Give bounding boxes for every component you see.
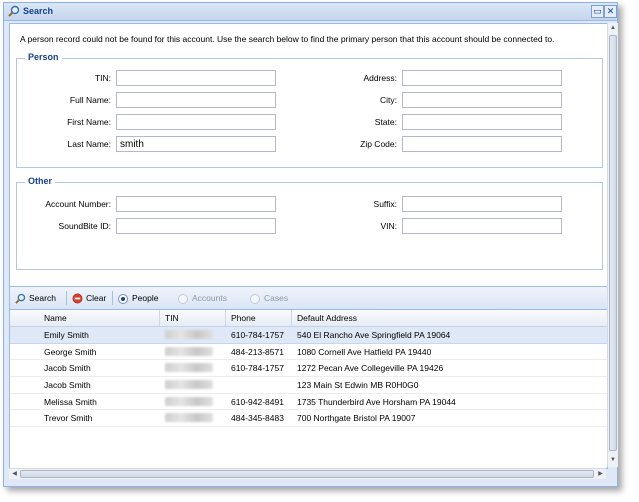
cell-tin	[160, 394, 231, 410]
toolbar-separator	[112, 291, 113, 305]
cell-phone: 484-213-8571	[231, 346, 284, 357]
results-toolbar: Search Clear People Accounts Cases	[10, 287, 607, 310]
radio-selected-icon	[118, 293, 128, 304]
table-row[interactable]: Jacob Smith 610-784-1757 1272 Pecan Ave Co…	[10, 360, 607, 378]
minimize-icon[interactable]: ▭	[591, 5, 604, 18]
first-name-label: First Name:	[67, 117, 111, 127]
cases-radio: Cases	[250, 291, 288, 305]
full-name-input[interactable]	[116, 92, 276, 108]
address-label: Address:	[363, 73, 397, 83]
column-header-phone[interactable]: Phone	[226, 310, 292, 326]
search-form-panel: A person record could not be found for t…	[9, 23, 608, 469]
horizontal-scroll-thumb[interactable]	[20, 470, 594, 478]
other-fieldset: Other Account Number: SoundBite ID: Suff…	[16, 176, 603, 270]
city-label: City:	[380, 95, 397, 105]
horizontal-scrollbar[interactable]: ◀ ▶	[9, 468, 606, 479]
radio-disabled-icon	[250, 293, 260, 304]
column-header-name[interactable]: Name	[10, 310, 160, 326]
city-input[interactable]	[402, 92, 562, 108]
cell-phone: 484-345-8483	[231, 413, 284, 424]
window-title: Search	[23, 6, 54, 16]
soundbite-id-input[interactable]	[116, 218, 276, 234]
redacted-tin	[165, 380, 213, 390]
suffix-input[interactable]	[402, 196, 562, 212]
account-number-label: Account Number:	[45, 199, 111, 209]
cell-tin	[160, 327, 231, 343]
cell-address: 123 Main St Edwin MB R0H0G0	[297, 380, 419, 391]
search-window: Search ▭ ✕ A person record could not be …	[3, 2, 618, 487]
search-icon	[15, 294, 26, 304]
cell-address: 1272 Pecan Ave Collegeville PA 19426	[297, 363, 444, 374]
last-name-input[interactable]	[116, 136, 276, 152]
tin-input[interactable]	[116, 70, 276, 86]
scroll-up-arrow-icon[interactable]: ▲	[609, 24, 617, 33]
people-radio-label: People	[132, 293, 159, 303]
clear-icon	[72, 293, 83, 304]
accounts-radio: Accounts	[178, 291, 227, 305]
zip-code-input[interactable]	[402, 136, 562, 152]
vertical-scroll-thumb[interactable]	[609, 35, 617, 451]
table-row[interactable]: Jacob Smith 123 Main St Edwin MB R0H0G0	[10, 377, 607, 394]
column-header-default-address[interactable]: Default Address	[292, 310, 607, 326]
scroll-down-arrow-icon[interactable]: ▼	[609, 456, 617, 465]
radio-disabled-icon	[178, 293, 188, 304]
title-bar[interactable]: Search ▭ ✕	[4, 3, 617, 21]
scroll-right-arrow-icon[interactable]: ▶	[596, 469, 605, 479]
vertical-scrollbar[interactable]: ▲ ▼	[607, 23, 618, 467]
cell-tin	[160, 344, 231, 360]
full-name-label: Full Name:	[69, 95, 111, 105]
person-fieldset: Person TIN: Full Name: First Name: Last …	[16, 52, 603, 168]
first-name-input[interactable]	[116, 114, 276, 130]
vin-input[interactable]	[402, 218, 562, 234]
soundbite-id-label: SoundBite ID:	[58, 221, 111, 231]
cases-radio-label: Cases	[264, 293, 289, 303]
cell-phone: 610-784-1757	[231, 363, 284, 374]
cell-address: 1080 Cornell Ave Hatfield PA 19440	[297, 346, 432, 357]
clear-button[interactable]: Clear	[72, 291, 106, 305]
scroll-left-arrow-icon[interactable]: ◀	[10, 469, 19, 479]
zip-code-label: Zip Code:	[360, 139, 397, 149]
cell-address: 540 El Rancho Ave Springfield PA 19064	[297, 330, 451, 340]
accounts-radio-label: Accounts	[192, 293, 227, 303]
people-radio[interactable]: People	[118, 291, 158, 305]
account-number-input[interactable]	[116, 196, 276, 212]
magnifier-icon	[8, 5, 20, 17]
grid-header: Name TIN Phone Default Address	[10, 310, 607, 327]
table-row[interactable]: Trevor Smith 484-345-8483 700 Northgate Br…	[10, 410, 607, 428]
redacted-tin	[165, 330, 213, 339]
search-button[interactable]: Search	[15, 291, 56, 305]
search-button-label: Search	[29, 293, 56, 303]
results-grid-panel: Search Clear People Accounts Cases Name …	[10, 286, 607, 468]
redacted-tin	[165, 396, 213, 406]
cell-phone: 610-784-1757	[231, 330, 284, 340]
table-row[interactable]: George Smith 484-213-8571 1080 Cornell Ave…	[10, 344, 607, 361]
cell-tin	[160, 360, 231, 376]
close-icon[interactable]: ✕	[604, 5, 617, 18]
state-input[interactable]	[402, 114, 562, 130]
redacted-tin	[165, 346, 213, 356]
state-label: State:	[374, 117, 397, 127]
cell-phone: 610-942-8491	[231, 396, 284, 407]
redacted-tin	[165, 413, 213, 423]
cell-phone	[226, 377, 297, 393]
clear-button-label: Clear	[86, 293, 107, 303]
tin-label: TIN:	[94, 73, 111, 83]
cell-tin	[160, 410, 231, 426]
vin-label: VIN:	[380, 221, 397, 231]
table-row[interactable]: Melissa Smith 610-942-8491 1735 Thunderbir…	[10, 394, 607, 411]
other-legend: Other	[25, 176, 56, 186]
address-input[interactable]	[402, 70, 562, 86]
grid-rows: Emily Smith 610-784-1757 540 El Rancho Ave…	[10, 327, 607, 428]
person-legend: Person	[25, 52, 62, 62]
redacted-tin	[165, 363, 213, 373]
intro-text: A person record could not be found for t…	[20, 34, 555, 44]
last-name-label: Last Name:	[67, 139, 111, 149]
column-header-tin[interactable]: TIN	[160, 310, 226, 326]
cell-tin	[160, 377, 231, 393]
toolbar-separator	[66, 291, 67, 305]
table-row[interactable]: Emily Smith 610-784-1757 540 El Rancho Ave…	[10, 327, 607, 344]
cell-address: 1735 Thunderbird Ave Horsham PA 19044	[297, 396, 456, 407]
cell-address: 700 Northgate Bristol PA 19007	[297, 413, 416, 424]
suffix-label: Suffix:	[373, 199, 397, 209]
